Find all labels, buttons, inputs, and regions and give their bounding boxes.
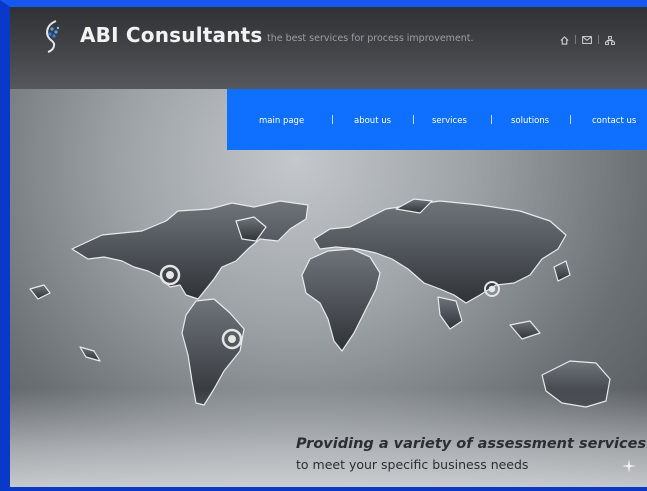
nav-separator: | (412, 115, 415, 125)
site-header: ABI Consultants the best services for pr… (10, 7, 647, 89)
nav-about-us[interactable]: about us (354, 116, 391, 126)
home-icon[interactable] (560, 35, 569, 45)
logo-icon (46, 20, 60, 53)
hero-subheading: to meet your specific business needs (296, 457, 529, 472)
icon-separator: | (574, 35, 578, 45)
tagline: the best services for process improvemen… (267, 33, 474, 44)
nav-main-page[interactable]: main page (259, 116, 304, 126)
page-frame: ABI Consultants the best services for pr… (0, 0, 647, 491)
brand-title[interactable]: ABI Consultants (80, 23, 263, 47)
mail-icon[interactable] (582, 36, 592, 44)
sparkle-icon (622, 459, 636, 473)
nav-separator: | (490, 115, 493, 125)
nav-separator: | (569, 115, 572, 125)
nav-contact-us[interactable]: contact us (592, 116, 636, 126)
nav-solutions[interactable]: solutions (511, 116, 549, 126)
sitemap-icon[interactable] (605, 35, 616, 45)
header-icon-bar: | | (560, 35, 616, 45)
hero-heading: Providing a variety of assessment servic… (296, 436, 647, 452)
nav-separator: | (331, 115, 334, 125)
main-nav: main page | about us | services | soluti… (227, 89, 647, 150)
nav-services[interactable]: services (432, 116, 467, 126)
icon-separator: | (597, 35, 601, 45)
